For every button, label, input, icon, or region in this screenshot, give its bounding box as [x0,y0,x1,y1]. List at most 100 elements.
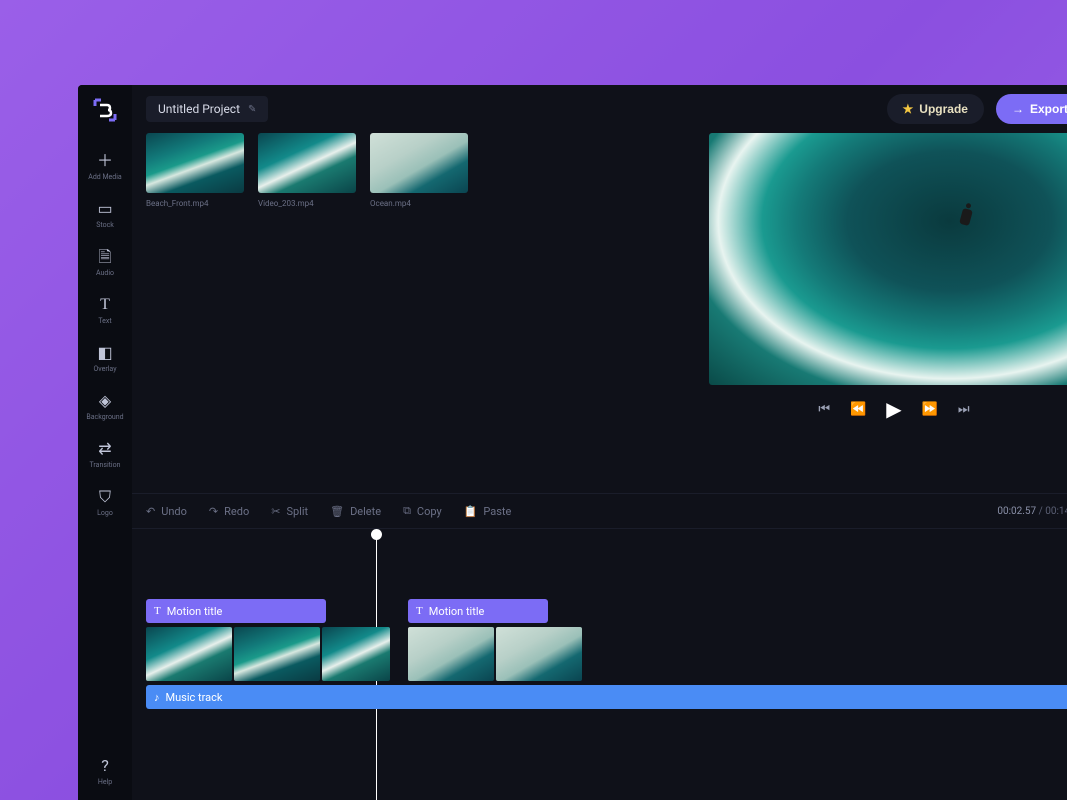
video-clip[interactable] [322,627,390,681]
video-track [146,627,1067,681]
media-caption: Ocean.mp4 [370,199,468,208]
music-clip[interactable]: ♪ Music track [146,685,1067,709]
title-clip-label: Motion title [429,605,485,618]
play-icon[interactable]: ▶ [886,397,901,421]
app-window: ＋ Add Media ▭ Stock 🗎 Audio T Text ◧ Ove… [78,85,1067,800]
copy-label: Copy [417,505,442,518]
main-area: Untitled Project ✎ ★ Upgrade → Export Be… [132,85,1067,800]
image-icon: ▭ [97,201,112,217]
sidebar: ＋ Add Media ▭ Stock 🗎 Audio T Text ◧ Ove… [78,85,132,800]
media-thumb[interactable] [370,133,468,193]
undo-label: Undo [161,505,187,518]
skip-start-icon[interactable]: ⏮ [818,402,830,417]
paste-button[interactable]: 📋 Paste [464,505,512,518]
timeline[interactable]: T Motion title T Motion title ♪ Music t [132,529,1067,800]
undo-button[interactable]: ↶ Undo [146,505,187,518]
music-clip-label: Music track [166,691,223,704]
trash-icon: 🗑 [330,505,344,518]
help-icon: ? [101,758,109,774]
delete-label: Delete [350,505,381,518]
playback-controls: ⏮ ⏪ ▶ ⏩ ⏭ [818,385,969,433]
clipboard-icon: 📋 [464,505,478,518]
redo-button[interactable]: ↷ Redo [209,505,249,518]
title-clip[interactable]: T Motion title [146,599,326,623]
sidebar-label: Help [98,778,112,786]
content-row: Beach_Front.mp4 Video_203.mp4 Ocean.mp4 … [132,133,1067,433]
video-clip[interactable] [408,627,494,681]
sidebar-item-audio[interactable]: 🗎 Audio [78,239,132,287]
upgrade-button[interactable]: ★ Upgrade [887,94,984,124]
sidebar-label: Overlay [93,365,116,373]
timecode-total: 00:14.48 [1045,506,1067,517]
export-label: Export [1030,102,1067,116]
text-icon: T [100,297,110,313]
sidebar-label: Text [98,317,111,325]
shield-icon: ⛉ [99,489,111,505]
video-clip[interactable] [496,627,582,681]
overlay-icon: ◧ [97,345,112,361]
star-icon: ★ [903,102,914,116]
sidebar-label: Transition [90,461,121,469]
media-thumb[interactable] [258,133,356,193]
redo-label: Redo [224,505,249,518]
preview-video[interactable] [709,133,1067,385]
video-clip[interactable] [234,627,320,681]
redo-icon: ↷ [209,505,218,518]
sidebar-item-text[interactable]: T Text [78,287,132,335]
diamond-icon: ◈ [99,393,111,409]
topbar: Untitled Project ✎ ★ Upgrade → Export [132,85,1067,133]
media-thumb-col: Video_203.mp4 [258,133,356,208]
music-track: ♪ Music track [146,685,1067,709]
delete-button[interactable]: 🗑 Delete [330,505,381,518]
arrow-right-icon: → [1012,102,1024,116]
sidebar-item-help[interactable]: ? Help [78,748,132,800]
music-icon: ♪ [154,691,160,704]
forward-icon[interactable]: ⏩ [922,402,938,417]
sidebar-item-background[interactable]: ◈ Background [78,383,132,431]
title-track: T Motion title T Motion title [146,599,1067,623]
preview-panel: ⏮ ⏪ ▶ ⏩ ⏭ [704,133,1067,433]
project-name[interactable]: Untitled Project ✎ [146,96,268,122]
sidebar-label: Background [86,413,123,421]
timecode: 00:02.57 / 00:14.48 [997,506,1067,517]
media-thumb-col: Ocean.mp4 [370,133,468,208]
sidebar-label: Stock [96,221,114,229]
media-caption: Video_203.mp4 [258,199,356,208]
title-clip[interactable]: T Motion title [408,599,548,623]
editbar: ↶Undo ↷Redo ✂Split 🗑Delete ⧉Copy 📋Paste … [132,493,1067,529]
sidebar-label: Logo [97,509,113,517]
split-button[interactable]: ✂Split [271,505,308,518]
media-thumb[interactable] [146,133,244,193]
text-icon: T [154,605,161,617]
project-name-text: Untitled Project [158,102,240,116]
copy-icon: ⧉ [403,504,411,518]
copy-button[interactable]: ⧉ Copy [403,504,442,518]
sidebar-item-add-media[interactable]: ＋ Add Media [78,143,132,191]
export-button[interactable]: → Export [996,94,1067,124]
pencil-icon: ✎ [248,104,256,115]
paste-label: Paste [483,505,511,518]
sidebar-item-overlay[interactable]: ◧ Overlay [78,335,132,383]
media-caption: Beach_Front.mp4 [146,199,244,208]
sidebar-item-logo[interactable]: ⛉ Logo [78,479,132,527]
timecode-current: 00:02.57 [997,506,1036,517]
sidebar-label: Add Media [88,173,121,181]
title-clip-label: Motion title [167,605,223,618]
rewind-icon[interactable]: ⏪ [850,402,866,417]
sidebar-item-stock[interactable]: ▭ Stock [78,191,132,239]
app-logo[interactable] [90,95,120,125]
swap-icon: ⇄ [98,441,111,457]
text-icon: T [416,605,423,617]
sidebar-label: Audio [96,269,114,277]
media-area: Beach_Front.mp4 Video_203.mp4 Ocean.mp4 [146,133,690,433]
upgrade-label: Upgrade [919,102,968,116]
surfer-figure [959,208,973,226]
page-icon: 🗎 [99,249,112,265]
skip-end-icon[interactable]: ⏭ [958,402,970,417]
video-clip[interactable] [146,627,232,681]
sidebar-item-transition[interactable]: ⇄ Transition [78,431,132,479]
media-thumb-col: Beach_Front.mp4 [146,133,244,208]
plus-icon: ＋ [97,153,113,169]
split-label: Split [286,505,308,518]
undo-icon: ↶ [146,505,155,518]
